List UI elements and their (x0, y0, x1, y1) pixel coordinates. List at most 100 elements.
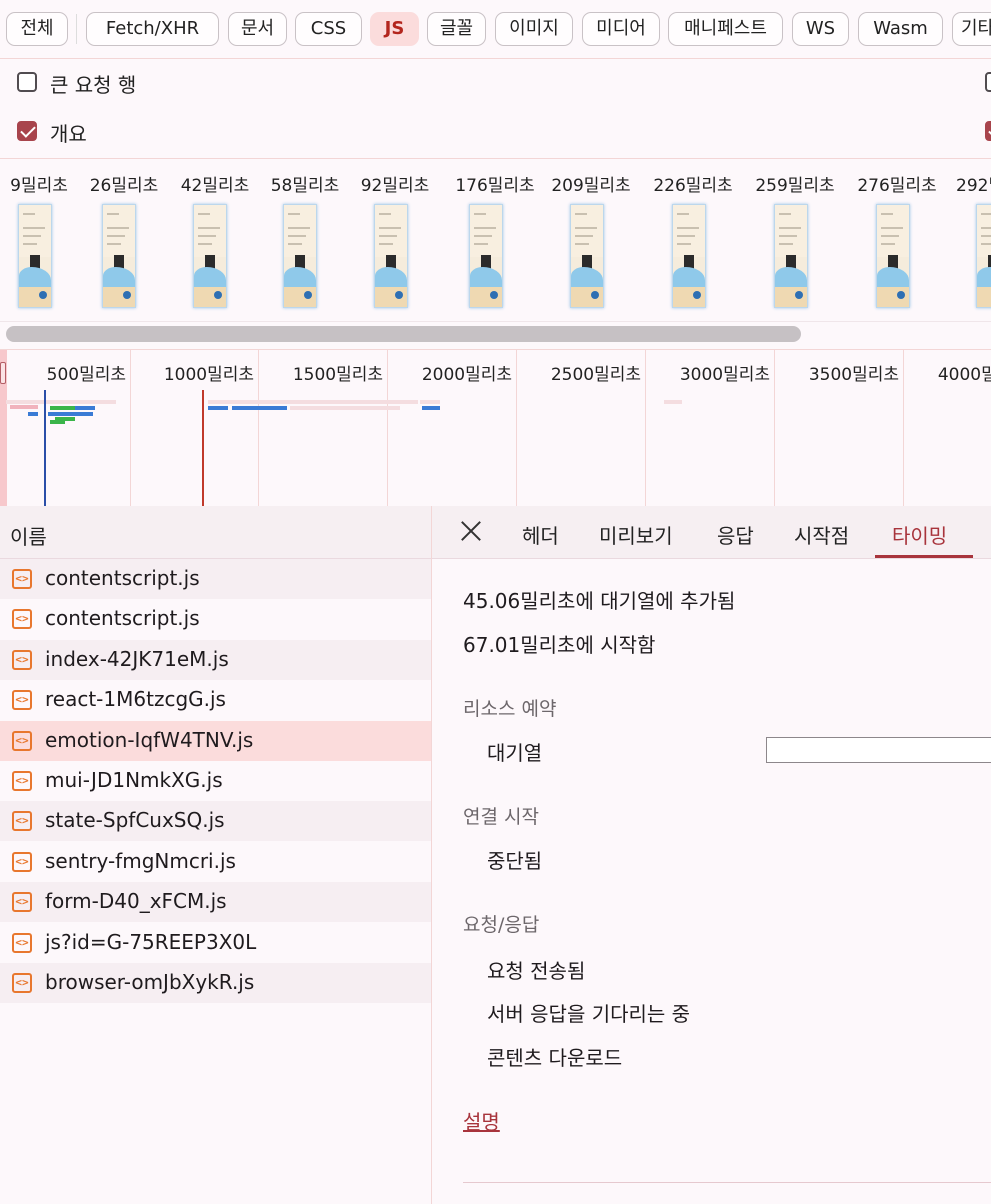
request-row[interactable]: <> js?id=G-75REEP3X0L (0, 923, 431, 963)
request-row[interactable]: <> contentscript.js (0, 599, 431, 639)
overview-tick-label: 1000밀리초 (163, 365, 254, 385)
filmstrip-frame[interactable]: 259밀리초 (750, 159, 840, 319)
request-sent-label: 요청 전송됨 (487, 959, 586, 983)
overview-tick-label: 3000밀리초 (679, 365, 770, 385)
tab-timing[interactable]: 타이밍 (892, 520, 947, 549)
request-row[interactable]: <> sentry-fmgNmcri.js (0, 842, 431, 882)
frame-screenshot-thumbnail[interactable] (570, 204, 604, 308)
frame-screenshot-thumbnail[interactable] (469, 204, 503, 308)
name-column-label: 이름 (10, 525, 47, 549)
filter-media-button[interactable]: 미디어 (582, 12, 660, 46)
filter-all-button[interactable]: 전체 (6, 12, 68, 46)
right-option-checkbox-checked[interactable] (985, 121, 991, 141)
overview-tick-label: 500밀리초 (46, 365, 126, 385)
waterfall-bar (208, 406, 228, 410)
script-file-icon: <> (12, 973, 32, 993)
request-row[interactable]: <> react-1M6tzcgG.js (0, 680, 431, 720)
filmstrip-scrollbar[interactable] (6, 326, 801, 342)
request-row[interactable]: <> form-D40_xFCM.js (0, 882, 431, 923)
waiting-server-response-label: 서버 응답을 기다리는 중 (487, 1002, 691, 1026)
frame-screenshot-thumbnail[interactable] (374, 204, 408, 308)
request-name: contentscript.js (45, 606, 200, 631)
overview-tick-label: 3500밀리초 (808, 365, 899, 385)
frame-screenshot-thumbnail[interactable] (283, 204, 317, 308)
script-file-icon: <> (12, 771, 32, 791)
tab-headers[interactable]: 헤더 (522, 520, 559, 549)
filmstrip-frame[interactable]: 92밀리초 (350, 159, 440, 319)
frame-screenshot-thumbnail[interactable] (672, 204, 706, 308)
frame-screenshot-thumbnail[interactable] (102, 204, 136, 308)
active-tab-indicator (875, 555, 973, 558)
filter-font-button[interactable]: 글꼴 (427, 12, 486, 46)
request-row[interactable]: <> index-42JK71eM.js (0, 639, 431, 680)
frame-time-label: 259밀리초 (755, 176, 835, 196)
frame-screenshot-thumbnail[interactable] (193, 204, 227, 308)
large-rows-checkbox[interactable] (17, 72, 37, 92)
script-file-icon: <> (12, 851, 32, 872)
frame-screenshot-thumbnail[interactable] (976, 204, 991, 308)
resource-type-filter-bar: 전체 Fetch/XHR 문서 CSS JS 글꼴 이미지 미디어 매니페스트 … (0, 0, 991, 59)
overview-gridline (903, 350, 904, 507)
request-row[interactable]: <> emotion-IqfW4TNV.js (0, 720, 431, 761)
right-option-checkbox[interactable] (985, 72, 991, 92)
request-row[interactable]: <> browser-omJbXykR.js (0, 963, 431, 1003)
frame-time-label: 26밀리초 (89, 176, 159, 196)
tab-preview[interactable]: 미리보기 (599, 520, 673, 549)
frame-screenshot-thumbnail[interactable] (774, 204, 808, 308)
filter-other-button[interactable]: 기타 (952, 12, 991, 46)
script-file-icon: <> (12, 569, 32, 589)
request-name: emotion-IqfW4TNV.js (45, 727, 254, 752)
resource-scheduling-heading: 리소스 예약 (463, 698, 557, 720)
overview-gridline (774, 350, 775, 507)
filter-css-button[interactable]: CSS (295, 12, 362, 46)
waterfall-bar (6, 400, 116, 404)
request-row[interactable]: <> contentscript.js (0, 559, 431, 599)
filter-wasm-button[interactable]: Wasm (858, 12, 943, 46)
script-file-icon: <> (12, 690, 32, 711)
filmstrip-frame[interactable]: 58밀리초 (260, 159, 350, 319)
waterfall-bar (664, 400, 682, 404)
started-at-text: 67.01밀리초에 시작함 (463, 633, 656, 657)
explanation-link[interactable]: 설명 (463, 1106, 500, 1135)
filter-ws-button[interactable]: WS (792, 12, 849, 46)
stalled-label: 중단됨 (487, 849, 543, 873)
close-icon[interactable] (458, 518, 484, 544)
filter-image-button[interactable]: 이미지 (495, 12, 573, 46)
frame-screenshot-thumbnail[interactable] (876, 204, 910, 308)
request-row[interactable]: <> state-SpfCuxSQ.js (0, 801, 431, 842)
request-name: sentry-fmgNmcri.js (45, 848, 236, 873)
detail-tab-bar: 헤더 미리보기 응답 시작점 타이밍 (432, 506, 991, 559)
load-event-marker (202, 390, 204, 507)
filmstrip-frame[interactable]: 292밀리초 (948, 159, 991, 319)
tab-initiator[interactable]: 시작점 (794, 520, 849, 549)
request-name: index-42JK71eM.js (45, 646, 229, 671)
filter-js-button[interactable]: JS (370, 12, 419, 46)
filter-fetch-xhr-button[interactable]: Fetch/XHR (86, 12, 219, 46)
filter-document-button[interactable]: 문서 (228, 12, 287, 46)
overview-gridline (645, 350, 646, 507)
filmstrip-frame[interactable]: 226밀리초 (648, 159, 738, 319)
option-row-large-rows: 큰 요청 행 (0, 58, 991, 108)
filter-manifest-button[interactable]: 매니페스트 (668, 12, 783, 46)
connection-start-heading: 연결 시작 (463, 806, 539, 828)
filmstrip-frame[interactable]: 9밀리초 (0, 159, 84, 319)
filmstrip-frame[interactable]: 176밀리초 (450, 159, 540, 319)
request-detail-pane: 헤더 미리보기 응답 시작점 타이밍 45.06밀리초에 대기열에 추가됨 67… (432, 506, 991, 1204)
tab-response[interactable]: 응답 (717, 520, 754, 549)
content-download-label: 콘텐츠 다운로드 (487, 1046, 623, 1070)
frame-time-label: 226밀리초 (653, 176, 733, 196)
overview-gridline (258, 350, 259, 507)
name-column-header[interactable]: 이름 (0, 506, 431, 559)
overview-tick-label: 4000밀리초 (937, 365, 991, 385)
filmstrip-frame[interactable]: 209밀리초 (546, 159, 636, 319)
screenshot-filmstrip: 9밀리초 26밀리초 42밀리초 58밀리초 92밀리초 176밀리초 209밀리초 226밀… (0, 158, 991, 322)
frame-screenshot-thumbnail[interactable] (18, 204, 52, 308)
large-rows-label: 큰 요청 행 (50, 73, 137, 97)
domcontentloaded-marker (44, 390, 46, 507)
filmstrip-frame[interactable]: 26밀리초 (79, 159, 169, 319)
network-overview-timeline[interactable]: 500밀리초 1000밀리초 1500밀리초 2000밀리초 2500밀리초 3000밀리… (0, 349, 991, 508)
filmstrip-frame[interactable]: 276밀리초 (852, 159, 942, 319)
filmstrip-frame[interactable]: 42밀리초 (170, 159, 260, 319)
overview-checkbox[interactable] (17, 121, 37, 141)
request-row[interactable]: <> mui-JD1NmkXG.js (0, 761, 431, 801)
